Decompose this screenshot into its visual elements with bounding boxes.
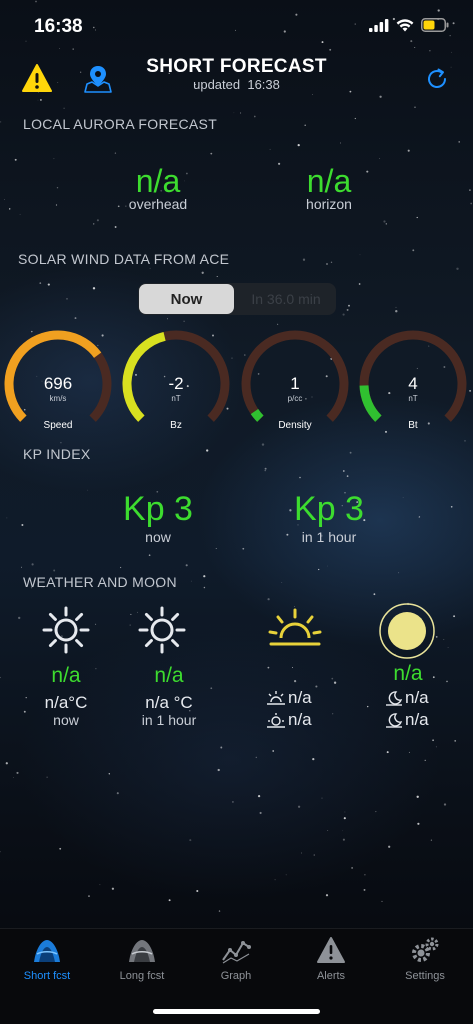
gear-icon (412, 937, 439, 962)
page-title: SHORT FORECAST (146, 56, 327, 77)
sun-icon (42, 606, 90, 654)
updated-line: updated 16:38 (0, 77, 473, 92)
sunrise-row: n/a (266, 688, 312, 708)
sunrise-small-icon (267, 691, 285, 705)
density-gauge: 1 p/cc Density (239, 328, 351, 445)
moon-value: n/a (393, 662, 423, 685)
weather-now-label: now (53, 712, 79, 728)
segment-in-36-min[interactable]: In 36.0 min (236, 284, 336, 314)
bz-gauge: -2 nT Bz (120, 328, 232, 445)
sunrise-value: n/a (288, 688, 312, 707)
bz-value: -2 (168, 374, 184, 393)
bt-name: Bt (408, 420, 418, 431)
alert-icon (317, 937, 345, 963)
tab-label: Alerts (316, 970, 346, 982)
home-indicator (153, 1009, 320, 1014)
weather-hour-label: in 1 hour (141, 712, 197, 728)
weather-hour-value: n/a (154, 664, 184, 687)
weather-section-title: WEATHER AND MOON (23, 574, 177, 590)
solar-wind-section-title: SOLAR WIND DATA FROM ACE (18, 251, 230, 267)
moonrise-value: n/a (405, 688, 429, 707)
sun-icon (138, 606, 186, 654)
bt-value: 4 (408, 374, 418, 393)
sunset-value: n/a (288, 710, 312, 729)
moonrise-icon (386, 691, 403, 706)
kp-later-value: Kp 3 (294, 490, 364, 528)
weather-hour-temp: n/a °C (145, 693, 193, 712)
tab-label: Graph (220, 970, 252, 982)
moonset-row: n/a (385, 710, 429, 730)
tab-label: Settings (405, 970, 445, 982)
long-forecast-icon (129, 940, 155, 962)
horizon-label: horizon (306, 196, 352, 212)
bt-unit: nT (408, 394, 418, 403)
tab-short-forecast[interactable]: Short fcst (0, 936, 94, 982)
tab-settings[interactable]: Settings (378, 936, 472, 982)
density-value: 1 (290, 374, 300, 393)
speed-gauge: 696 km/s Speed (2, 328, 114, 445)
sunset-row: n/a (266, 710, 312, 730)
kp-now-value: Kp 3 (123, 490, 193, 528)
speed-unit: km/s (49, 394, 67, 403)
horizon-value: n/a (306, 163, 352, 199)
graph-icon (222, 941, 251, 964)
updated-time: 16:38 (247, 77, 280, 92)
wifi-icon (396, 18, 414, 31)
gauge-fill (250, 408, 264, 422)
speed-name: Speed (43, 420, 73, 431)
aurora-section-title: LOCAL AURORA FORECAST (23, 116, 218, 132)
kp-later-label: in 1 hour (301, 529, 357, 545)
moonrise-row: n/a (385, 688, 429, 708)
battery-icon (421, 18, 449, 32)
sunset-small-icon (267, 713, 285, 728)
overhead-value: n/a (135, 163, 181, 199)
updated-label: updated (193, 77, 241, 92)
bz-name: Bz (170, 420, 182, 431)
tab-graph[interactable]: Graph (189, 936, 283, 982)
density-unit: p/cc (287, 394, 303, 403)
moonset-value: n/a (405, 710, 429, 729)
moonset-icon (386, 713, 403, 728)
speed-value: 696 (43, 374, 73, 393)
signal-icon (369, 18, 389, 32)
kp-now-label: now (145, 529, 171, 545)
sunrise-icon (268, 608, 322, 646)
density-name: Density (278, 420, 312, 431)
segment-now[interactable]: Now (139, 284, 234, 314)
overhead-label: overhead (128, 196, 188, 212)
kp-section-title: KP INDEX (23, 446, 91, 462)
status-time: 16:38 (34, 16, 83, 37)
bz-unit: nT (171, 394, 181, 403)
tab-label: Short fcst (23, 970, 71, 982)
moon-phase-icon (379, 603, 435, 659)
refresh-icon[interactable] (424, 66, 450, 92)
tab-alerts[interactable]: Alerts (284, 936, 378, 982)
short-forecast-icon (34, 940, 60, 962)
tab-label: Long fcst (119, 970, 165, 982)
tab-long-forecast[interactable]: Long fcst (95, 936, 189, 982)
weather-now-temp: n/a°C (44, 693, 88, 712)
bt-gauge: 4 nT Bt (357, 328, 469, 445)
starfield-background (0, 0, 473, 912)
weather-now-value: n/a (51, 664, 81, 687)
status-icons (369, 18, 449, 32)
